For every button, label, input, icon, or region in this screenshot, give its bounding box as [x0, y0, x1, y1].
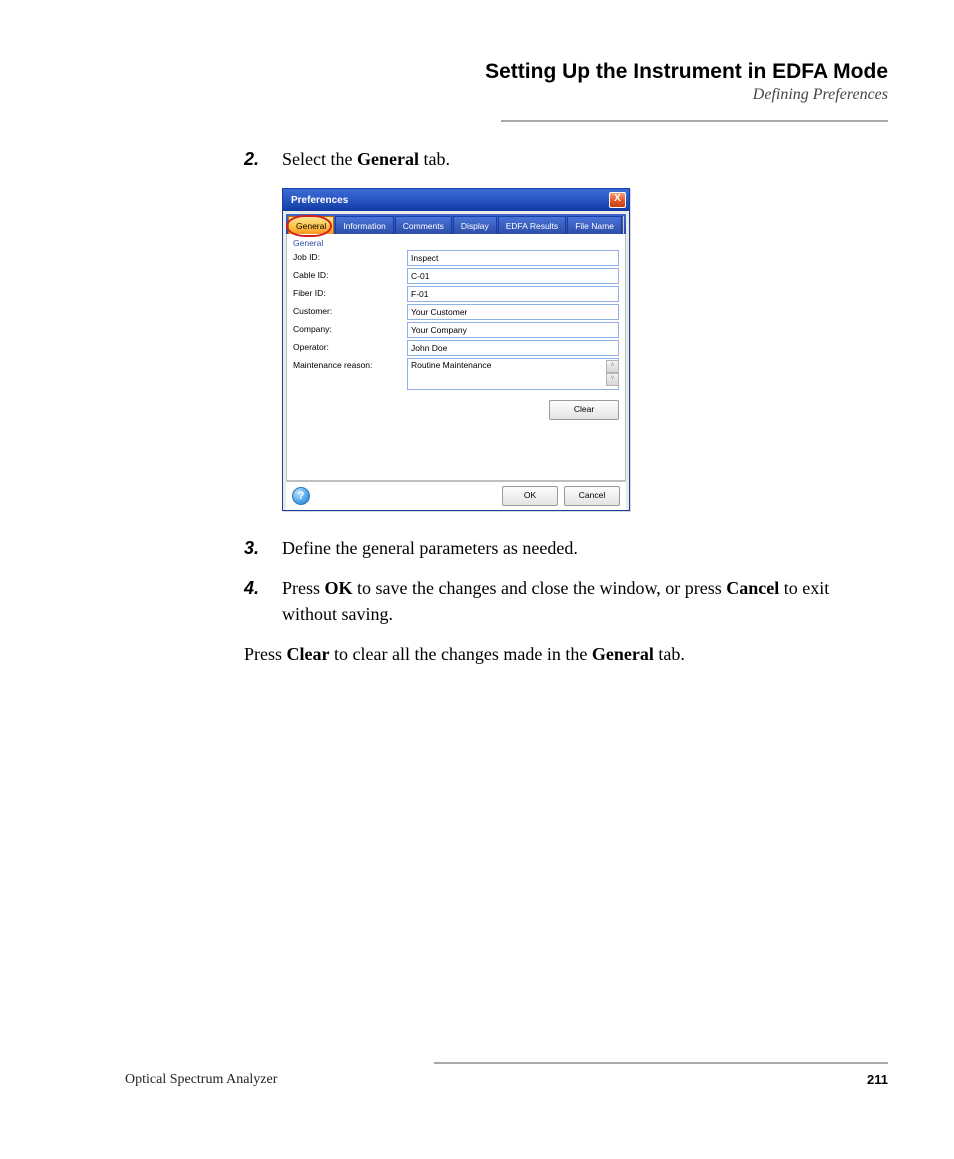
label-maintenance-reason: Maintenance reason: [293, 358, 407, 370]
clear-paragraph: Press Clear to clear all the changes mad… [244, 641, 888, 667]
label-customer: Customer: [293, 304, 407, 316]
dialog-title: Preferences [291, 195, 348, 206]
chapter-title: Setting Up the Instrument in EDFA Mode [118, 60, 888, 84]
dialog-titlebar: Preferences X [283, 189, 629, 211]
label-job-id: Job ID: [293, 250, 407, 262]
label-cable-id: Cable ID: [293, 268, 407, 280]
dialog-tabs: General Information Comments Display EDF… [286, 214, 626, 234]
tab-comments[interactable]: Comments [395, 216, 452, 234]
tab-information[interactable]: Information [335, 216, 394, 234]
clear-button[interactable]: Clear [549, 400, 619, 420]
input-customer[interactable]: Your Customer [407, 304, 619, 320]
footer-divider [434, 1062, 888, 1064]
ok-button[interactable]: OK [502, 486, 558, 506]
tab-general[interactable]: General [288, 216, 334, 234]
input-company[interactable]: Your Company [407, 322, 619, 338]
tab-file-name[interactable]: File Name [567, 216, 622, 234]
scroll-up-icon[interactable]: ˄ [606, 360, 619, 373]
header-divider [501, 120, 888, 122]
step-2-number: 2. [244, 146, 282, 172]
footer-product-name: Optical Spectrum Analyzer [125, 1072, 277, 1088]
label-fiber-id: Fiber ID: [293, 286, 407, 298]
step-3-text: Define the general parameters as needed. [282, 535, 578, 561]
input-operator[interactable]: John Doe [407, 340, 619, 356]
scroll-down-icon[interactable]: ˅ [606, 373, 619, 386]
label-operator: Operator: [293, 340, 407, 352]
label-company: Company: [293, 322, 407, 334]
input-fiber-id[interactable]: F-01 [407, 286, 619, 302]
group-general-label: General [293, 238, 619, 248]
close-button[interactable]: X [609, 192, 626, 208]
step-2-text: Select the General tab. [282, 146, 450, 172]
help-icon[interactable]: ? [292, 487, 310, 505]
step-3: 3. Define the general parameters as need… [244, 535, 888, 561]
page-number: 211 [867, 1072, 888, 1088]
tab-edfa-results[interactable]: EDFA Results [498, 216, 566, 234]
step-4-number: 4. [244, 575, 282, 627]
input-cable-id[interactable]: C-01 [407, 268, 619, 284]
section-subtitle: Defining Preferences [118, 86, 888, 104]
preferences-dialog-figure: Preferences X General Information Commen… [282, 188, 888, 511]
step-2: 2. Select the General tab. [244, 146, 888, 172]
cancel-button[interactable]: Cancel [564, 486, 620, 506]
textarea-scrollbar[interactable]: ˄ ˅ [606, 360, 617, 386]
preferences-dialog: Preferences X General Information Commen… [282, 188, 630, 511]
textarea-maintenance-reason[interactable]: Routine Maintenance ˄ ˅ [407, 358, 619, 390]
tabbar-filler [623, 216, 624, 234]
step-4: 4. Press OK to save the changes and clos… [244, 575, 888, 627]
input-job-id[interactable]: Inspect [407, 250, 619, 266]
tab-display[interactable]: Display [453, 216, 497, 234]
step-4-text: Press OK to save the changes and close t… [282, 575, 888, 627]
step-3-number: 3. [244, 535, 282, 561]
